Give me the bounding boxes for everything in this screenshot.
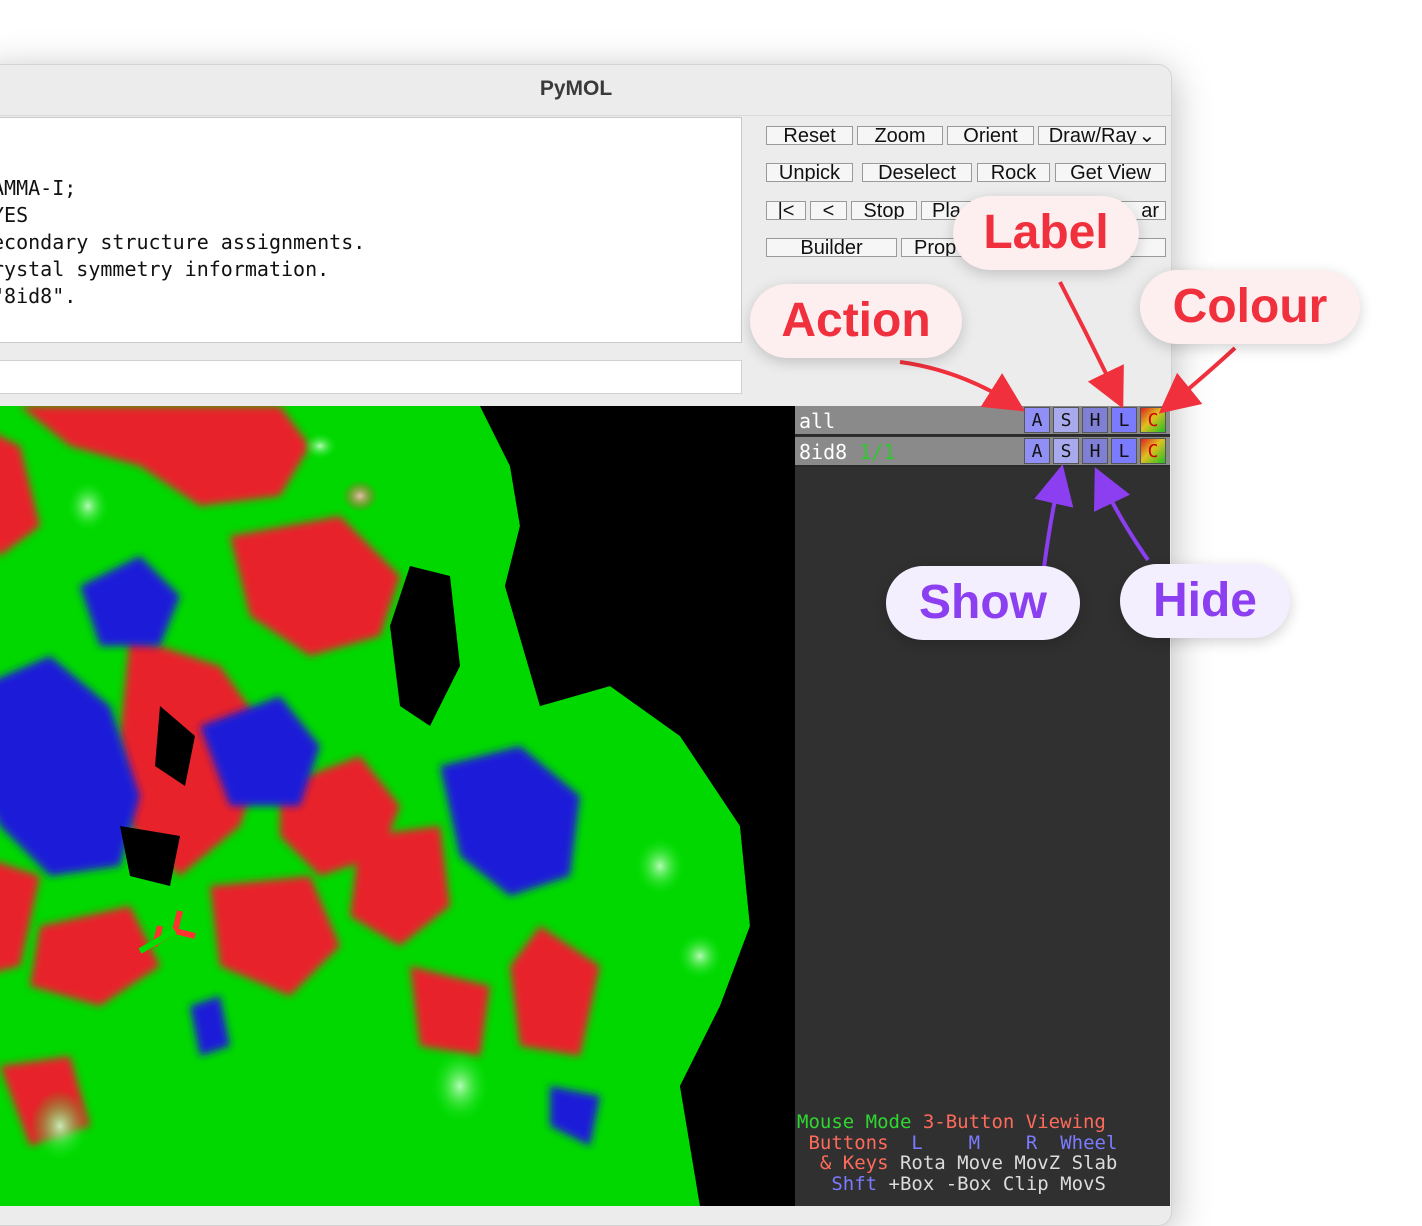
chevron-down-icon: ⌄ <box>1138 126 1156 145</box>
draw-ray-button[interactable]: Draw/Ray ⌄ <box>1038 126 1166 145</box>
label-button[interactable]: L <box>1111 438 1137 464</box>
col-m: M <box>968 1131 981 1154</box>
colour-button[interactable]: C <box>1140 407 1166 433</box>
get-view-button[interactable]: Get View <box>1055 163 1166 182</box>
output-line: "8id8". <box>0 284 77 308</box>
window-title: PyMOL <box>0 65 1171 116</box>
object-row-8id8[interactable]: 8id8 1/1 A S H L C <box>795 437 1170 467</box>
shft-values: +Box -Box Clip MovS <box>888 1172 1106 1195</box>
molecular-viewer[interactable] <box>0 406 795 1206</box>
back-button[interactable]: < <box>810 201 847 220</box>
mouse-mode-legend: Mouse Mode 3-Button Viewing Buttons L M … <box>797 1112 1117 1194</box>
show-button[interactable]: S <box>1053 438 1079 464</box>
hide-button[interactable]: H <box>1082 407 1108 433</box>
rewind-button[interactable]: |< <box>766 201 806 220</box>
deselect-button[interactable]: Deselect <box>862 163 972 182</box>
buttons-label: Buttons <box>808 1131 889 1154</box>
callout-show: Show <box>886 566 1080 640</box>
callout-colour: Colour <box>1140 270 1360 344</box>
action-button[interactable]: A <box>1024 438 1050 464</box>
object-row-all[interactable]: all A S H L C <box>795 406 1170 436</box>
keys-values: Rota Move MovZ Slab <box>899 1152 1118 1174</box>
shft-label: Shft <box>831 1172 878 1195</box>
molecule-surface <box>0 406 795 1206</box>
colour-button[interactable]: C <box>1140 438 1166 464</box>
unpick-button[interactable]: Unpick <box>766 163 853 182</box>
keys-label: & Keys <box>819 1152 889 1174</box>
col-r: R <box>1025 1131 1038 1154</box>
output-console[interactable]: AMMA-I; YES econdary structure assignmen… <box>0 117 742 343</box>
output-line: YES <box>0 203 29 227</box>
show-button[interactable]: S <box>1053 407 1079 433</box>
orient-button[interactable]: Orient <box>947 126 1034 145</box>
col-wheel: Wheel <box>1060 1131 1118 1154</box>
object-name: all <box>799 409 836 433</box>
col-l: L <box>911 1131 923 1154</box>
object-state: 1/1 <box>859 440 896 464</box>
arrow-colour <box>1158 346 1237 414</box>
object-name: 8id8 1/1 <box>799 440 896 464</box>
object-panel: all A S H L C 8id8 1/1 A S H L C Mouse M… <box>795 406 1170 1206</box>
builder-button[interactable]: Builder <box>766 238 897 257</box>
hide-button[interactable]: H <box>1082 438 1108 464</box>
rock-button[interactable]: Rock <box>977 163 1050 182</box>
mouse-mode-label: Mouse Mode <box>797 1111 912 1133</box>
output-line: rystal symmetry information. <box>0 257 330 281</box>
mouse-mode-value: 3-Button Viewing <box>922 1111 1106 1133</box>
reset-button[interactable]: Reset <box>766 126 853 145</box>
output-line: AMMA-I; <box>0 176 77 200</box>
zoom-button[interactable]: Zoom <box>857 126 943 145</box>
callout-hide: Hide <box>1120 564 1290 638</box>
stop-button[interactable]: Stop <box>851 201 917 220</box>
callout-label: Label <box>953 196 1139 270</box>
command-input[interactable] <box>0 360 742 394</box>
output-line: econdary structure assignments. <box>0 230 366 254</box>
callout-action: Action <box>750 284 962 358</box>
action-button[interactable]: A <box>1024 407 1050 433</box>
label-button[interactable]: L <box>1111 407 1137 433</box>
